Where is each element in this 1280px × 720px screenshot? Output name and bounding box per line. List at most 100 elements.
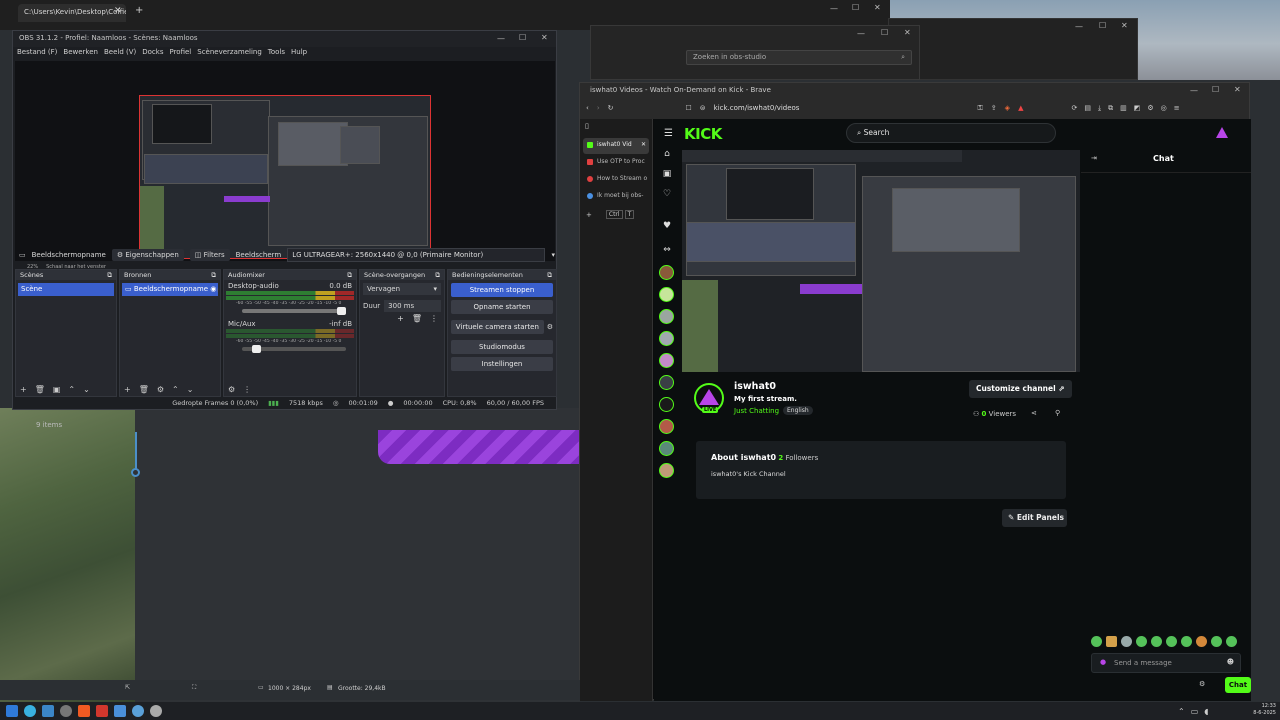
properties-button[interactable]: ⚙ Eigenschappen	[111, 249, 184, 261]
search-input[interactable]: Zoeken in obs-studio ⌕	[686, 50, 912, 65]
brave-icon[interactable]	[78, 705, 90, 717]
kick-logo[interactable]: KICK	[684, 125, 722, 143]
dock-menu-icon[interactable]: ⧉	[547, 271, 552, 279]
emote-icon[interactable]	[1226, 636, 1237, 647]
menu-profile[interactable]: Profiel	[169, 48, 191, 58]
close-icon[interactable]: ✕	[874, 3, 881, 12]
emote-icon[interactable]	[1121, 636, 1132, 647]
add-icon[interactable]: +	[20, 385, 27, 394]
filter-icon[interactable]: ▣	[53, 385, 61, 394]
menu-file[interactable]: Bestand (F)	[17, 48, 57, 58]
channel-avatar[interactable]	[659, 419, 674, 434]
trash-icon[interactable]: 🗑	[35, 385, 45, 394]
minimize-icon[interactable]: —	[857, 29, 865, 38]
heart-icon[interactable]: ♥	[660, 221, 674, 235]
minimize-icon[interactable]: —	[1190, 86, 1198, 95]
reload-icon[interactable]: ↻	[608, 104, 614, 112]
clock[interactable]: 12:33 8-6-2025	[1253, 703, 1276, 717]
emote-icon[interactable]	[1091, 636, 1102, 647]
channel-avatar[interactable]	[659, 287, 674, 302]
dock-menu-icon[interactable]: ⧉	[435, 271, 440, 279]
minimize-icon[interactable]: —	[830, 4, 838, 13]
emote-icon[interactable]	[1211, 636, 1222, 647]
menu-edit[interactable]: Bewerken	[63, 48, 98, 58]
tab-how-to-stream[interactable]: How to Stream o	[583, 172, 649, 188]
maximize-icon[interactable]: ☐	[1099, 21, 1106, 30]
more-icon[interactable]: ⋮	[430, 314, 438, 323]
home-icon[interactable]: ⌂	[660, 149, 674, 163]
maximize-icon[interactable]: ☐	[519, 33, 526, 42]
volume-slider[interactable]	[242, 345, 346, 353]
vpn-icon[interactable]: ⚙	[1147, 104, 1153, 113]
dock-menu-icon[interactable]: ⧉	[211, 271, 216, 279]
more-icon[interactable]: ⋮	[243, 385, 251, 394]
category-link[interactable]: Just Chatting	[734, 407, 779, 415]
app-icon[interactable]	[96, 705, 108, 717]
emote-icon[interactable]	[1166, 636, 1177, 647]
gear-icon[interactable]: ⚙	[157, 385, 164, 394]
dock-menu-icon[interactable]: ⧉	[107, 271, 112, 279]
add-icon[interactable]: +	[124, 385, 131, 394]
channel-avatar[interactable]	[659, 441, 674, 456]
emoji-icon[interactable]: ☻	[1227, 658, 1234, 666]
rewards-icon[interactable]: ▲	[1018, 104, 1023, 113]
bookmark-icon[interactable]: ☐	[686, 104, 692, 112]
chat-settings-icon[interactable]: ⚙	[1199, 680, 1205, 688]
tab-kick[interactable]: iswhat0 Vid ✕	[583, 138, 649, 154]
channel-avatar[interactable]	[659, 463, 674, 478]
explorer-tab[interactable]: C:\Users\Kevin\Desktop\Coffie	[18, 4, 126, 22]
video-player[interactable]	[682, 150, 1080, 372]
emote-icon[interactable]	[1136, 636, 1147, 647]
menu-tools[interactable]: Tools	[268, 48, 285, 58]
customize-channel-button[interactable]: Customize channel ⇗	[969, 380, 1072, 398]
extensions-icon[interactable]: ⧉	[1108, 104, 1113, 113]
hamburger-icon[interactable]: ☰	[664, 128, 673, 139]
leo-icon[interactable]: ⟳	[1071, 104, 1077, 113]
channel-avatar[interactable]	[659, 397, 674, 412]
tab-obs-question[interactable]: Ik moet bij obs-	[583, 189, 649, 205]
channel-avatar[interactable]	[659, 331, 674, 346]
terminal-icon[interactable]	[42, 705, 54, 717]
emote-icon[interactable]	[1106, 636, 1117, 647]
duration-input[interactable]: 300 ms	[384, 300, 441, 312]
gear-icon[interactable]: ⚙	[228, 385, 235, 394]
minimize-icon[interactable]: —	[497, 34, 505, 43]
chevron-down-icon[interactable]: ⌄	[83, 385, 90, 394]
profile-icon[interactable]: ◎	[1161, 104, 1167, 113]
emote-icon[interactable]	[1181, 636, 1192, 647]
new-tab-icon[interactable]: +	[586, 211, 592, 219]
forward-icon[interactable]: ›	[597, 104, 600, 112]
emote-icon[interactable]	[1151, 636, 1162, 647]
site-info-icon[interactable]: ⊜	[700, 104, 706, 112]
close-icon[interactable]: ✕	[541, 33, 548, 42]
start-icon[interactable]	[6, 705, 18, 717]
close-icon[interactable]: ✕	[1121, 21, 1128, 30]
app-icon[interactable]	[132, 705, 144, 717]
studio-mode-button[interactable]: Studiomodus	[451, 340, 553, 354]
key-icon[interactable]: ⚿	[977, 104, 982, 113]
network-icon[interactable]: ▭	[1191, 707, 1199, 716]
channel-avatar[interactable]	[659, 265, 674, 280]
chevron-up-icon[interactable]: ⌃	[172, 385, 179, 394]
edit-panels-button[interactable]: ✎ Edit Panels	[1002, 509, 1067, 527]
scene-item[interactable]: Scène	[18, 283, 114, 296]
maximize-icon[interactable]: ☐	[1212, 85, 1219, 94]
gear-icon[interactable]: ⚙	[547, 323, 556, 331]
file-explorer-icon[interactable]	[114, 705, 126, 717]
filters-button[interactable]: ◫ Filters	[189, 249, 230, 261]
download-icon[interactable]: ⤓	[1098, 104, 1101, 113]
close-icon[interactable]: ✕	[1234, 85, 1241, 94]
mic-icon[interactable]: ●	[1100, 658, 1106, 666]
menu-help[interactable]: Hulp	[291, 48, 307, 58]
virtual-camera-button[interactable]: Virtuele camera starten	[451, 320, 544, 334]
maximize-icon[interactable]: ☐	[852, 3, 859, 12]
volume-slider[interactable]	[242, 307, 346, 315]
menu-scene-collection[interactable]: Scèneverzameling	[197, 48, 262, 58]
transition-select[interactable]: Vervagen ▾	[363, 283, 441, 295]
tray-arrow-icon[interactable]: ⌃	[1178, 707, 1185, 716]
new-tab-icon[interactable]: +	[135, 5, 143, 16]
collapse-icon[interactable]: ⇔	[660, 245, 674, 259]
close-icon[interactable]: ✕	[641, 141, 646, 148]
chat-send-button[interactable]: Chat	[1225, 677, 1251, 693]
share-icon[interactable]: ⋖	[1031, 409, 1037, 417]
